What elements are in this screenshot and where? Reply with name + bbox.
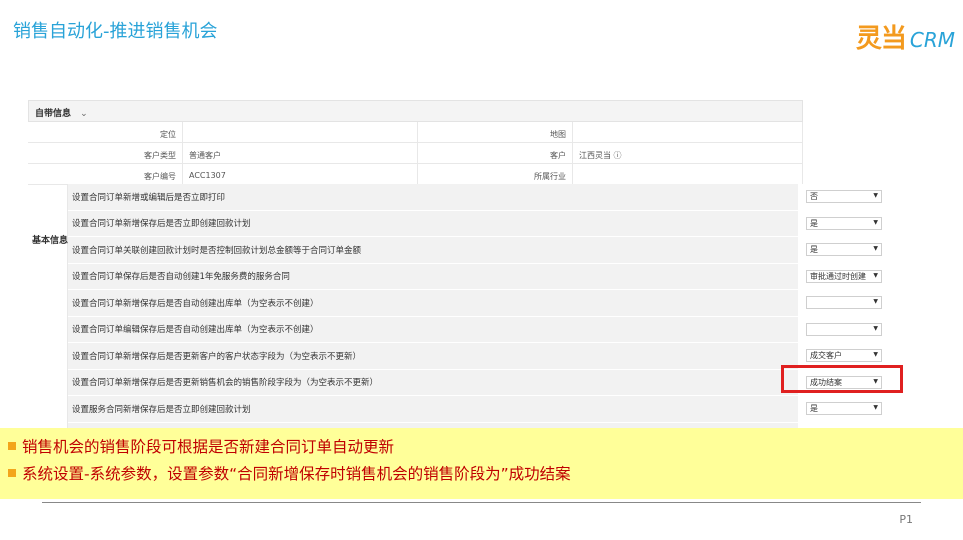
info-value: 普通客户 [183,143,418,163]
select-value: 是 [810,404,818,414]
info-label: 所属行业 [418,164,573,184]
chevron-down-icon[interactable]: ⌄ [80,109,88,119]
param-row: 设置合同订单新增保存后是否自动创建出库单（为空表示不创建） ▼ [68,290,903,317]
select-value: 是 [810,245,818,255]
info-label: 客户类型 [28,143,183,163]
param-desc: 设置合同订单新增保存后是否立即创建回款计划 [72,219,251,230]
param-row: 设置合同订单关联创建回款计划时是否控制回款计划总金额等于合同订单金额 是 ▼ [68,237,903,264]
info-grid: 定位 地图 客户类型 普通客户 客户 江西灵当 ⓘ 客户编号 ACC1307 所… [28,122,803,185]
param-desc: 设置合同订单编辑保存后是否自动创建出库单（为空表示不创建） [72,325,319,336]
param-desc: 设置合同订单保存后是否自动创建1年免服务费的服务合同 [72,272,290,283]
info-row: 定位 地图 [28,122,803,143]
dropdown-arrow-icon: ▼ [873,324,878,332]
dropdown-arrow-icon: ▼ [873,192,878,200]
info-value: ACC1307 [183,164,418,184]
param-desc: 设置合同订单新增保存后是否更新客户的客户状态字段为（为空表示不更新） [72,351,362,362]
param-row: 设置合同订单新增保存后是否立即创建回款计划 是 ▼ [68,210,903,237]
param-row: 设置合同订单编辑保存后是否自动创建出库单（为空表示不创建） ▼ [68,316,903,343]
dropdown-arrow-icon: ▼ [873,218,878,226]
param-row: 设置合同订单新增保存后是否更新客户的客户状态字段为（为空表示不更新） 成交客户 ▼ [68,343,903,370]
page-number: P1 [899,513,913,526]
param-row: 设置合同订单新增保存后是否更新销售机会的销售阶段字段为（为空表示不更新） 成功结… [68,369,903,396]
section-header[interactable]: 自带信息 ⌄ [28,100,803,122]
logo-en-text: CRM [909,28,955,52]
info-value[interactable]: 江西灵当 ⓘ [573,143,803,163]
brand-logo: 灵当 CRM [856,18,955,55]
param-select[interactable]: 是 ▼ [806,243,882,257]
crm-screenshot: 自带信息 ⌄ 定位 地图 客户类型 普通客户 客户 江西灵当 ⓘ 客户编号 AC… [28,100,903,430]
param-desc: 设置合同订单新增或编辑后是否立即打印 [72,192,226,203]
callout-text: 系统设置-系统参数，设置参数“合同新增保存时销售机会的销售阶段为”成功结案 [22,464,571,483]
select-value: 审批通过时创建 [810,271,866,281]
slide-title: 销售自动化-推进销售机会 [13,21,218,42]
param-select[interactable]: 否 ▼ [806,190,882,204]
info-value [573,164,803,184]
param-row: 设置合同订单新增或编辑后是否立即打印 否 ▼ [68,184,903,211]
select-value: 是 [810,218,818,228]
param-row: 设置合同订单保存后是否自动创建1年免服务费的服务合同 审批通过时创建 ▼ [68,263,903,290]
info-label: 客户 [418,143,573,163]
callout-text: 销售机会的销售阶段可根据是否新建合同订单自动更新 [22,437,395,456]
param-desc: 设置合同订单新增保存后是否自动创建出库单（为空表示不创建） [72,298,319,309]
param-desc: 设置服务合同新增保存后是否立即创建回款计划 [72,404,251,415]
section-header-label: 自带信息 [35,109,72,119]
param-desc: 设置合同订单新增保存后是否更新销售机会的销售阶段字段为（为空表示不更新） [72,378,379,389]
param-select[interactable]: 是 ▼ [806,402,882,416]
side-column [28,185,68,430]
side-label: 基本信息 [32,236,69,246]
param-row: 设置服务合同新增保存后是否立即创建回款计划 是 ▼ [68,396,903,423]
param-select[interactable]: ▼ [806,322,882,336]
bullet-square-icon [8,441,16,450]
info-value [183,122,418,142]
info-label: 客户编号 [28,164,183,184]
dropdown-arrow-icon: ▼ [873,271,878,279]
param-table: 设置合同订单新增或编辑后是否立即打印 否 ▼ 设置合同订单新增保存后是否立即创建回… [68,184,903,430]
info-row: 客户编号 ACC1307 所属行业 [28,164,803,185]
callout-box: 销售机会的销售阶段可根据是否新建合同订单自动更新 系统设置-系统参数，设置参数“… [0,428,963,499]
param-desc: 设置合同订单关联创建回款计划时是否控制回款计划总金额等于合同订单金额 [72,245,362,256]
highlight-box [781,365,903,393]
select-value: 否 [810,192,818,202]
param-select[interactable]: ▼ [806,296,882,310]
logo-cn-text: 灵当 [855,24,907,54]
dropdown-arrow-icon: ▼ [873,298,878,306]
param-select[interactable]: 是 ▼ [806,216,882,230]
info-label: 定位 [28,122,183,142]
param-select[interactable]: 成交客户 ▼ [806,349,882,363]
select-value: 成交客户 [810,351,842,361]
dropdown-arrow-icon: ▼ [873,245,878,253]
info-row: 客户类型 普通客户 客户 江西灵当 ⓘ [28,143,803,164]
bullet-square-icon [8,468,16,477]
param-select[interactable]: 审批通过时创建 ▼ [806,269,882,283]
footer-divider [42,502,921,503]
info-label: 地图 [418,122,573,142]
callout-bullet: 系统设置-系统参数，设置参数“合同新增保存时销售机会的销售阶段为”成功结案 [8,459,963,486]
callout-bullet: 销售机会的销售阶段可根据是否新建合同订单自动更新 [8,432,963,459]
info-value [573,122,803,142]
dropdown-arrow-icon: ▼ [873,404,878,412]
dropdown-arrow-icon: ▼ [873,351,878,359]
